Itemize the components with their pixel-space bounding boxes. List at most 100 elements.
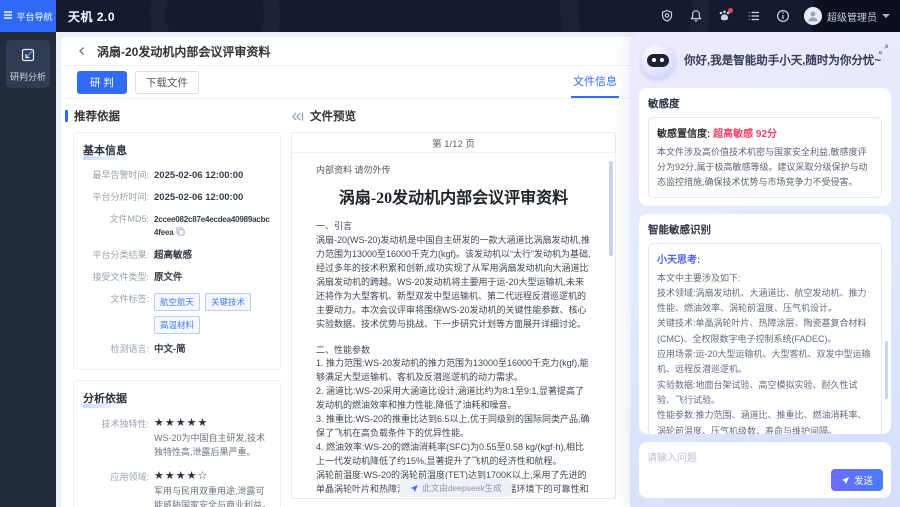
document-line: 4. 燃油效率:WS-20的燃油消耗率(SFC)为0.55至0.58 kg/(k… xyxy=(316,441,591,469)
md5-value: 2ccee082c87e4ecdea40989acbc4feea xyxy=(154,215,270,237)
tab-file-info[interactable]: 文件信息 xyxy=(571,73,619,98)
send-icon xyxy=(841,476,850,485)
document-scrollbar[interactable] xyxy=(609,161,613,256)
analysis-item-label: 技术独特性: xyxy=(83,417,149,460)
platform-nav-label: 平台导航 xyxy=(16,10,52,23)
analysis-basis-title: 分析依据 xyxy=(83,390,127,408)
file-tag: 关键技术 xyxy=(205,293,251,311)
thinking-line: 性能参数:推力范围、涵道比、推重比、燃油消耗率、涡轮前温度、压气机级数、寿命与维… xyxy=(657,408,873,434)
collapse-panel-icon[interactable] xyxy=(291,111,304,122)
sidebar-item-analysis[interactable]: 研判分析 xyxy=(6,40,50,88)
app-root: 平台导航 天机 2.0 超级管理员 xyxy=(0,0,900,507)
field-alert-time: 最早告警时间: 2025-02-06 12:00:00 xyxy=(83,169,271,182)
shield-icon[interactable] xyxy=(659,9,674,24)
top-navbar: 平台导航 天机 2.0 超级管理员 xyxy=(0,0,900,32)
document-line: 1. 推力范围:WS-20发动机的推力范围为13000至16000千克力(kgf… xyxy=(316,357,591,385)
analyze-button[interactable]: 研 判 xyxy=(77,71,127,94)
field-analysis-time: 平台分析时间: 2025-02-06 12:00:00 xyxy=(83,191,271,204)
confidence-value: 超高敏感 92分 xyxy=(713,129,777,140)
thinking-line: 本文中主要涉及如下: xyxy=(657,271,873,286)
list-icon[interactable] xyxy=(746,9,761,24)
field-file-type: 接受文件类型: 原文件 xyxy=(83,271,271,284)
thinking-line: 技术领域:涡扇发动机、大涵道比、航空发动机、推力性能、燃油效率、涡轮前温度、压气… xyxy=(657,286,873,317)
file-preview-title: 文件预览 xyxy=(310,108,356,124)
user-menu[interactable]: 超级管理员 xyxy=(804,7,890,25)
expand-icon[interactable] xyxy=(878,44,889,58)
user-name: 超级管理员 xyxy=(827,9,877,24)
document-line: 一、引言 xyxy=(316,220,591,234)
page-indicator: 第 1/12 页 xyxy=(292,133,615,153)
back-button[interactable] xyxy=(77,46,87,56)
deepseek-icon xyxy=(409,484,418,493)
sensitivity-card: 敏感度 敏感置信度: 超高敏感 92分 本文件涉及高价值技术机密与国家安全利益,… xyxy=(639,88,891,206)
thinking-box: 小天思考: 本文中主要涉及如下:技术领域:涡扇发动机、大涵道比、航空发动机、推力… xyxy=(648,243,882,434)
document-line: 涡扇-20(WS-20)发动机是中国自主研发的一款大涵道比涡扇发动机,推力范围为… xyxy=(316,234,591,332)
analysis-item-desc: WS-20为中国自主研发,技术独特性高,泄露后果严重。 xyxy=(154,432,271,460)
document-line: 2. 涵道比:WS-20采用大涵道比设计,涵道比约为8:1至9:1,显著提高了发… xyxy=(316,385,591,413)
assistant-header: 你好,我是智能助手小天,随时为你分忧~ xyxy=(639,42,891,88)
document-title: 涡扇-20发动机内部会议评审资料 xyxy=(316,184,591,208)
tag-list: 航空航天关键技术高温材料 xyxy=(154,293,271,334)
info-icon[interactable] xyxy=(775,9,790,24)
field-classify-result: 平台分类结果: 超高敏感 xyxy=(83,249,271,262)
document-content: 内部资料 请勿外传 涡扇-20发动机内部会议评审资料 一、引言涡扇-20(WS-… xyxy=(292,153,615,499)
file-preview-panel: 文件预览 第 1/12 页 内部资料 请勿外传 涡扇-20发动机内部会议评审资料… xyxy=(289,99,622,507)
assistant-greeting: 你好,我是智能助手小天,随时为你分忧~ xyxy=(684,53,881,69)
sensitivity-desc: 本文件涉及高价值技术机密与国家安全利益,敏感度评分为92分,属于极高敏感等级。建… xyxy=(657,145,873,190)
analysis-item-list: 技术独特性: ★★★★★ WS-20为中国自主研发,技术独特性高,泄露后果严重。… xyxy=(83,417,271,507)
analysis-basis-card: 分析依据 技术独特性: ★★★★★ WS-20为中国自主研发,技术独特性高,泄露… xyxy=(73,380,281,507)
recommendation-panel-header: 推荐依据 xyxy=(65,108,289,124)
sidebar-item-label: 研判分析 xyxy=(10,70,46,83)
recognition-card-title: 智能敏感识别 xyxy=(648,222,882,237)
analysis-item-label: 应用领域: xyxy=(83,470,149,507)
file-preview-header: 文件预览 xyxy=(291,108,616,124)
assistant-input-card: 发送 xyxy=(639,442,891,498)
analysis-item-desc: 军用与民用双重用途,泄露可能威胁国家安全与商业利益。 xyxy=(154,485,271,507)
basic-info-card: 基本信息 最早告警时间: 2025-02-06 12:00:00 平台分析时间:… xyxy=(73,132,281,370)
star-rating: ★★★★☆ xyxy=(154,470,271,482)
document-line: 3. 推重比:WS-20的推重比达到6.5以上,优于同级别的国际同类产品,确保了… xyxy=(316,413,591,441)
left-sidebar: 研判分析 xyxy=(0,32,56,507)
chevron-down-icon xyxy=(882,14,890,18)
thinking-lines: 本文中主要涉及如下:技术领域:涡扇发动机、大涵道比、航空发动机、推力性能、燃油效… xyxy=(657,271,873,434)
star-rating: ★★★★★ xyxy=(154,417,271,429)
file-tag: 高温材料 xyxy=(154,316,200,334)
avatar xyxy=(804,7,822,25)
send-button[interactable]: 发送 xyxy=(831,469,883,491)
analysis-icon xyxy=(20,47,36,66)
download-button[interactable]: 下载文件 xyxy=(135,71,199,94)
confidence-label: 敏感置信度: xyxy=(657,129,710,140)
assistant-scrollbar[interactable] xyxy=(885,341,888,399)
decor-ring xyxy=(150,0,280,32)
file-tag: 航空航天 xyxy=(154,293,200,311)
sensitivity-card-title: 敏感度 xyxy=(648,96,882,111)
sensitivity-box: 敏感置信度: 超高敏感 92分 本文件涉及高价值技术机密与国家安全利益,敏感度评… xyxy=(648,117,882,198)
analysis-item: 技术独特性: ★★★★★ WS-20为中国自主研发,技术独特性高,泄露后果严重。 xyxy=(83,417,271,460)
robot-avatar xyxy=(641,44,675,78)
analysis-item: 应用领域: ★★★★☆ 军用与民用双重用途,泄露可能威胁国家安全与商业利益。 xyxy=(83,470,271,507)
thinking-line: 应用场景:运-20大型运输机、大型客机、双发中型运输机、远程反潜巡逻机。 xyxy=(657,347,873,378)
copy-icon[interactable] xyxy=(176,229,185,238)
bell-icon[interactable] xyxy=(688,9,703,24)
field-file-tags: 文件标签: 航空航天关键技术高温材料 xyxy=(83,293,271,334)
app-title: 天机 2.0 xyxy=(68,0,115,32)
assistant-panel: 你好,我是智能助手小天,随时为你分忧~ 敏感度 敏感置信度: 超高敏感 92分 … xyxy=(630,32,900,507)
thinking-label: 小天思考: xyxy=(657,251,873,266)
basic-info-title: 基本信息 xyxy=(83,142,127,160)
menu-icon xyxy=(3,10,13,22)
notification-badge xyxy=(728,8,733,13)
platform-nav-button[interactable]: 平台导航 xyxy=(0,0,56,32)
page-title: 涡扇-20发动机内部会议评审资料 xyxy=(97,43,270,60)
document-page: 第 1/12 页 内部资料 请勿外传 涡扇-20发动机内部会议评审资料 一、引言… xyxy=(291,132,616,499)
recommendation-panel-title: 推荐依据 xyxy=(74,108,120,124)
accent-bar xyxy=(65,110,68,122)
field-md5: 文件MD5: 2ccee082c87e4ecdea40989acbc4feea xyxy=(83,213,271,240)
field-language: 检测语言: 中文-简 xyxy=(83,343,271,356)
thinking-line: 实验数据:地面台架试验、高空模拟实验、耐久性试验、飞行试验。 xyxy=(657,378,873,409)
document-body: 一、引言涡扇-20(WS-20)发动机是中国自主研发的一款大涵道比涡扇发动机,推… xyxy=(316,220,591,499)
paw-icon[interactable] xyxy=(717,9,732,24)
confidential-note: 内部资料 请勿外传 xyxy=(316,163,591,176)
thinking-line: 关键技术:单晶涡轮叶片、热障涂层、陶瓷基复合材料(CMC)、全权限数字电子控制系… xyxy=(657,316,873,347)
document-line: 二、性能参数 xyxy=(316,344,591,358)
ai-generated-badge: 此文由deepseek生成 xyxy=(399,479,511,497)
